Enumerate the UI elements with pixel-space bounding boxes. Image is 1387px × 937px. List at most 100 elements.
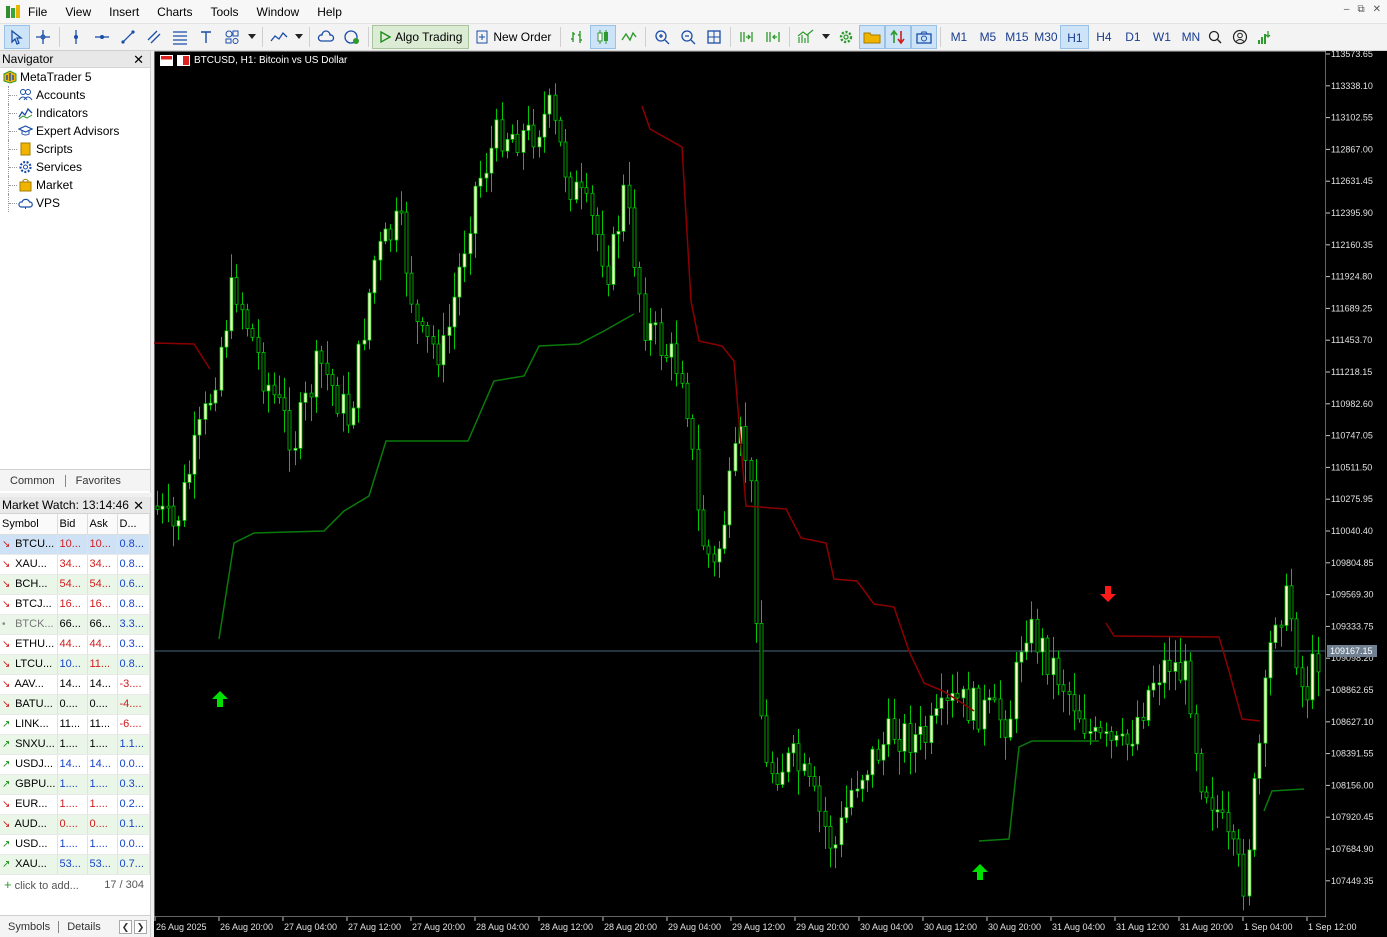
shapes-dropdown-icon[interactable] bbox=[245, 25, 259, 49]
table-row[interactable]: ↘ ETHU... 44... 44... 0.3... bbox=[0, 634, 150, 655]
cursor-tool-button[interactable] bbox=[4, 25, 30, 49]
nav-item-scripts[interactable]: Scripts bbox=[0, 140, 150, 158]
column-header-ask[interactable]: Ask bbox=[87, 514, 118, 535]
table-row[interactable]: ↘ BCH... 54... 54... 0.6... bbox=[0, 574, 150, 595]
close-icon[interactable]: ✕ bbox=[133, 51, 144, 68]
bar-chart-button[interactable] bbox=[564, 25, 590, 49]
timeframe-d1[interactable]: D1 bbox=[1118, 25, 1147, 49]
channel-button[interactable] bbox=[141, 25, 167, 49]
timeframe-m30[interactable]: M30 bbox=[1031, 25, 1060, 49]
table-row[interactable]: ↗ GBPU... 1.... 1.... 0.3... bbox=[0, 774, 150, 795]
price-chart[interactable]: 113573.65 113338.10 113102.55 112867.00 1126… bbox=[154, 51, 1387, 937]
timeframe-m1[interactable]: M1 bbox=[944, 25, 973, 49]
nav-item-services[interactable]: Services bbox=[0, 158, 150, 176]
table-row[interactable]: ↘ LTCU... 10... 11... 0.8... bbox=[0, 654, 150, 675]
indicators-button[interactable] bbox=[266, 25, 292, 49]
trendline-button[interactable] bbox=[115, 25, 141, 49]
table-row[interactable]: ↗ XAU... 53... 53... 0.7... bbox=[0, 854, 150, 875]
indicator-list-dropdown-icon[interactable] bbox=[819, 25, 833, 49]
nav-item-vps[interactable]: VPS bbox=[0, 194, 150, 212]
zoom-out-button[interactable] bbox=[675, 25, 701, 49]
table-row[interactable]: ↗ USD... 1.... 1.... 0.0... bbox=[0, 834, 150, 855]
timeframe-m15[interactable]: M15 bbox=[1002, 25, 1031, 49]
nav-root-metatrader[interactable]: MetaTrader 5 bbox=[0, 68, 150, 86]
tab-common[interactable]: Common bbox=[0, 475, 65, 487]
table-row[interactable]: ↘ EUR... 1.... 1.... 0.2... bbox=[0, 794, 150, 815]
account-button[interactable] bbox=[1225, 25, 1255, 49]
restore-icon[interactable]: ⧉ bbox=[1357, 4, 1364, 15]
timeframe-w1[interactable]: W1 bbox=[1147, 25, 1176, 49]
indicator-list-button[interactable] bbox=[793, 25, 819, 49]
chart-flag-icon[interactable] bbox=[177, 55, 190, 66]
column-header-bid[interactable]: Bid bbox=[57, 514, 88, 535]
menu-insert[interactable]: Insert bbox=[100, 0, 148, 24]
indicators-dropdown-icon[interactable] bbox=[292, 25, 306, 49]
shapes-button[interactable] bbox=[219, 25, 245, 49]
close-icon[interactable]: ✕ bbox=[133, 497, 144, 514]
menu-help[interactable]: Help bbox=[308, 0, 351, 24]
new-order-button[interactable]: New Order bbox=[469, 25, 557, 49]
line-chart-button[interactable] bbox=[616, 25, 642, 49]
table-row[interactable]: ↘ AUD... 0.... 0.... 0.1... bbox=[0, 814, 150, 835]
tab-scroll-left-icon[interactable]: ❮ bbox=[119, 919, 132, 934]
table-row[interactable]: ↗ SNXU... 1.... 1.... 1.1... bbox=[0, 734, 150, 755]
menu-window[interactable]: Window bbox=[248, 0, 309, 24]
one-click-trading-button[interactable] bbox=[885, 25, 912, 49]
timeframe-m5[interactable]: M5 bbox=[973, 25, 1002, 49]
settings-button[interactable] bbox=[833, 25, 859, 49]
search-button[interactable] bbox=[1205, 25, 1225, 49]
vertical-line-button[interactable] bbox=[63, 25, 89, 49]
tab-details[interactable]: Details bbox=[59, 921, 109, 933]
table-row[interactable]: ↘ AAV... 14... 14... -3.... bbox=[0, 674, 150, 695]
zoom-in-button[interactable] bbox=[649, 25, 675, 49]
screenshot-button[interactable] bbox=[911, 25, 938, 49]
table-row[interactable]: ↗ USDJ... 14... 14... 0.0... bbox=[0, 754, 150, 775]
candle-body bbox=[234, 277, 239, 305]
menu-view[interactable]: View bbox=[56, 0, 100, 24]
tab-favorites[interactable]: Favorites bbox=[66, 475, 131, 487]
text-tool-button[interactable] bbox=[193, 25, 219, 49]
auto-scroll-button[interactable] bbox=[734, 25, 760, 49]
menu-tools[interactable]: Tools bbox=[202, 0, 248, 24]
tab-scroll-right-icon[interactable]: ❯ bbox=[134, 919, 147, 934]
candle-body bbox=[240, 303, 245, 311]
table-row[interactable]: ↘ BATU... 0.... 0.... -4.... bbox=[0, 694, 150, 715]
timeframe-h1[interactable]: H1 bbox=[1060, 25, 1090, 49]
crosshair-tool-button[interactable] bbox=[30, 25, 56, 49]
chart-menu-icon[interactable] bbox=[160, 55, 173, 66]
table-row[interactable]: ↗ LINK... 11... 11... -6.... bbox=[0, 714, 150, 735]
candlestick-chart-button[interactable] bbox=[590, 25, 617, 49]
tile-windows-button[interactable] bbox=[701, 25, 727, 49]
timeframe-h4[interactable]: H4 bbox=[1089, 25, 1118, 49]
templates-button[interactable] bbox=[859, 25, 886, 49]
menu-charts[interactable]: Charts bbox=[148, 0, 201, 24]
chart-window[interactable]: 113573.65 113338.10 113102.55 112867.00 1126… bbox=[154, 51, 1387, 937]
nav-item-expert-advisors[interactable]: Expert Advisors bbox=[0, 122, 150, 140]
column-header-daily-change[interactable]: D... bbox=[117, 514, 150, 535]
nav-item-market[interactable]: Market bbox=[0, 176, 150, 194]
close-window-icon[interactable]: ✕ bbox=[1373, 4, 1381, 15]
nav-item-indicators[interactable]: Indicators bbox=[0, 104, 150, 122]
algo-trading-button[interactable]: Algo Trading bbox=[372, 25, 470, 49]
add-symbol-row[interactable]: + click to add... 17 / 304 bbox=[0, 875, 150, 895]
candle-body bbox=[982, 699, 987, 730]
column-header-symbol[interactable]: Symbol bbox=[0, 514, 58, 535]
nav-item-accounts[interactable]: Accounts bbox=[0, 86, 150, 104]
horizontal-line-button[interactable] bbox=[89, 25, 115, 49]
cell-ask: 0.... bbox=[87, 694, 118, 715]
timeframe-mn[interactable]: MN bbox=[1176, 25, 1205, 49]
menu-file[interactable]: File bbox=[26, 0, 56, 24]
signals-button[interactable] bbox=[339, 25, 365, 49]
time-tick-label: 26 Aug 20:00 bbox=[220, 922, 273, 932]
table-row[interactable]: ↘ XAU... 34... 34... 0.8... bbox=[0, 554, 150, 575]
fibonacci-button[interactable] bbox=[167, 25, 193, 49]
cell-symbol: ↗ LINK... bbox=[0, 714, 58, 735]
signal-strength-button[interactable] bbox=[1255, 25, 1277, 49]
minimize-icon[interactable]: – bbox=[1344, 4, 1350, 15]
table-row[interactable]: • BTCK... 66... 66... 3.3... bbox=[0, 614, 150, 635]
table-row[interactable]: ↘ BTCU... 10... 10... 0.8... bbox=[0, 534, 150, 555]
cloud-button[interactable] bbox=[313, 25, 339, 49]
table-row[interactable]: ↘ BTCJ... 16... 16... 0.8... bbox=[0, 594, 150, 615]
chart-shift-button[interactable] bbox=[760, 25, 786, 49]
tab-symbols[interactable]: Symbols bbox=[0, 921, 58, 933]
